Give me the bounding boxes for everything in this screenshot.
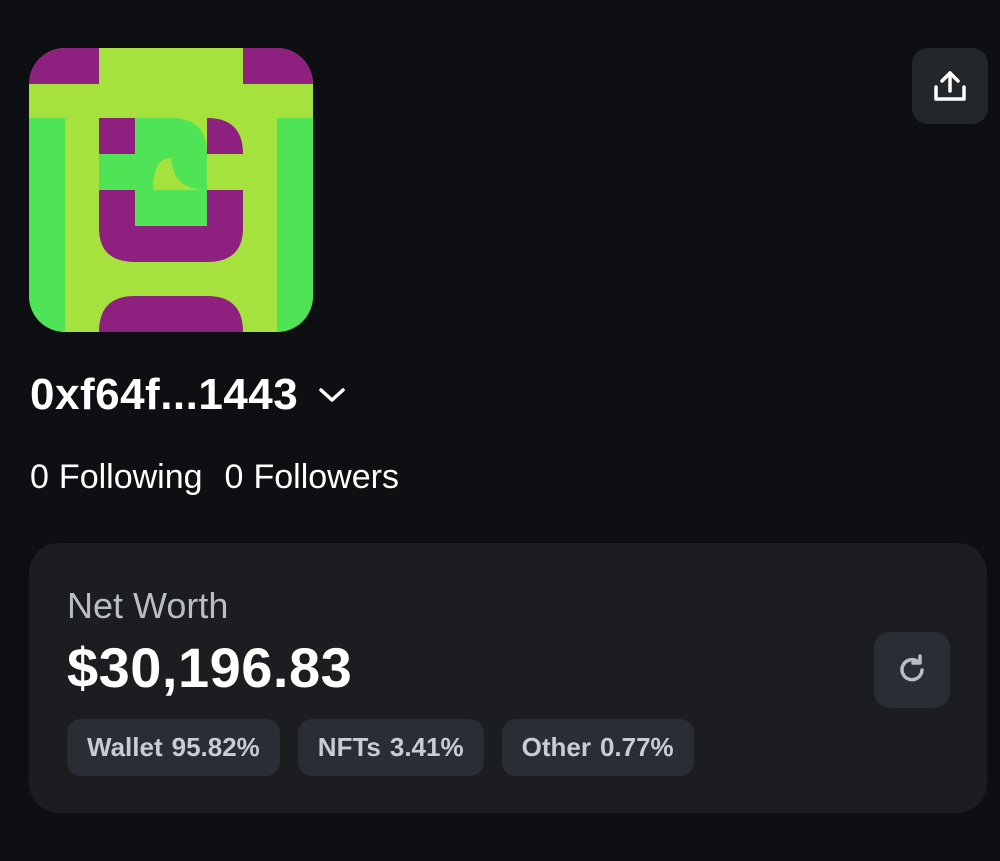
breakdown-chip-nfts[interactable]: NFTs 3.41%: [297, 719, 484, 776]
chip-percent: 0.77%: [599, 732, 674, 762]
refresh-icon: [900, 654, 924, 682]
chip-label: Wallet: [87, 732, 163, 762]
refresh-button[interactable]: [874, 632, 950, 708]
following-count: 0: [30, 458, 49, 496]
net-worth-breakdown: Wallet 95.82% NFTs 3.41% Other 0.77%: [67, 719, 694, 776]
breakdown-chip-wallet[interactable]: Wallet 95.82%: [67, 719, 280, 776]
profile-page: 0xf64f...1443 0 Following 0 Followers Ne…: [0, 0, 1000, 861]
chip-percent: 95.82%: [171, 732, 260, 762]
followers-link[interactable]: 0 Followers: [225, 458, 399, 497]
address-selector[interactable]: 0xf64f...1443: [30, 365, 348, 425]
wallet-address: 0xf64f...1443: [30, 370, 299, 419]
net-worth-value: $30,196.83: [67, 636, 353, 699]
followers-label: Followers: [253, 458, 399, 496]
avatar-image: [29, 48, 313, 332]
chip-label: NFTs: [317, 732, 381, 762]
share-button[interactable]: [912, 48, 988, 124]
share-upload-icon: [934, 71, 966, 101]
breakdown-chip-other[interactable]: Other 0.77%: [501, 719, 694, 776]
chevron-down-icon[interactable]: [316, 379, 348, 411]
follow-stats: 0 Following 0 Followers: [30, 458, 399, 497]
profile-avatar: [29, 48, 313, 332]
chip-label: Other: [521, 732, 591, 762]
followers-count: 0: [224, 458, 244, 496]
chip-percent: 3.41%: [389, 732, 464, 762]
net-worth-label: Net Worth: [67, 585, 229, 626]
following-label: Following: [58, 458, 203, 496]
following-link[interactable]: 0 Following: [30, 458, 203, 497]
net-worth-card: Net Worth $30,196.83 Wallet 95.82% NFTs …: [29, 543, 987, 813]
